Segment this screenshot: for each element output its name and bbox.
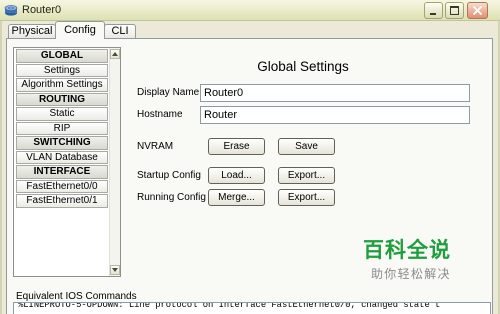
page-title: Global Settings xyxy=(257,59,349,74)
display-name-field[interactable] xyxy=(200,84,470,102)
sidebar-item-rip[interactable]: RIP xyxy=(16,121,108,135)
window-title: Router0 xyxy=(22,4,62,16)
title-bar[interactable]: Router0 xyxy=(0,0,500,21)
arrow-up-icon xyxy=(112,52,118,56)
tab-cli[interactable]: CLI xyxy=(104,24,136,38)
display-name-label: Display Name xyxy=(137,87,200,98)
nvram-label: NVRAM xyxy=(137,141,174,152)
sidebar-header-routing: ROUTING xyxy=(16,92,108,106)
ios-commands-output: %LINEPROTO-5-UPDOWN: Line protocol on In… xyxy=(18,302,441,310)
close-icon xyxy=(473,6,482,15)
minimize-button[interactable] xyxy=(424,2,443,19)
router-config-window: Router0 Physical Config CLI GLOBAL Setti… xyxy=(0,0,500,314)
sidebar-list: GLOBAL Settings Algorithm Settings ROUTI… xyxy=(16,49,108,209)
export-running-config-button[interactable]: Export... xyxy=(278,189,335,206)
sidebar-header-interface: INTERFACE xyxy=(16,165,108,179)
save-button[interactable]: Save xyxy=(278,138,335,155)
sidebar-item-settings[interactable]: Settings xyxy=(16,63,108,77)
load-startup-config-button[interactable]: Load... xyxy=(208,167,265,184)
watermark-brand: 百科全说 xyxy=(363,238,451,262)
router-icon xyxy=(4,5,18,16)
running-config-label: Running Config xyxy=(137,192,206,203)
tab-config[interactable]: Config xyxy=(55,21,105,39)
hostname-label: Hostname xyxy=(137,109,183,120)
export-startup-config-button[interactable]: Export... xyxy=(278,167,335,184)
tab-physical[interactable]: Physical xyxy=(8,24,56,38)
sidebar-item-vlan-database[interactable]: VLAN Database xyxy=(16,150,108,164)
sidebar-scrollbar[interactable] xyxy=(109,48,120,276)
close-button[interactable] xyxy=(467,2,488,19)
sidebar-item-fastethernet0-1[interactable]: FastEthernet0/1 xyxy=(16,194,108,208)
sidebar: GLOBAL Settings Algorithm Settings ROUTI… xyxy=(13,47,121,277)
maximize-icon xyxy=(450,6,459,15)
sidebar-header-switching: SWITCHING xyxy=(16,136,108,150)
ios-commands-console[interactable]: %LINEPROTO-5-UPDOWN: Line protocol on In… xyxy=(13,302,491,314)
hostname-field[interactable] xyxy=(200,106,470,124)
sidebar-header-global: GLOBAL xyxy=(16,49,108,63)
scroll-up-button[interactable] xyxy=(110,49,120,59)
arrow-down-icon xyxy=(112,268,118,272)
scroll-down-button[interactable] xyxy=(110,265,120,275)
sidebar-item-algorithm-settings[interactable]: Algorithm Settings xyxy=(16,78,108,92)
sidebar-item-static[interactable]: Static xyxy=(16,107,108,121)
minimize-icon xyxy=(430,13,436,15)
merge-running-config-button[interactable]: Merge... xyxy=(208,189,265,206)
startup-config-label: Startup Config xyxy=(137,170,201,181)
maximize-button[interactable] xyxy=(445,2,464,19)
erase-button[interactable]: Erase xyxy=(208,138,265,155)
sidebar-item-fastethernet0-0[interactable]: FastEthernet0/0 xyxy=(16,179,108,193)
watermark-tagline: 助你轻松解决 xyxy=(371,267,451,281)
window-frame-left xyxy=(0,21,2,314)
